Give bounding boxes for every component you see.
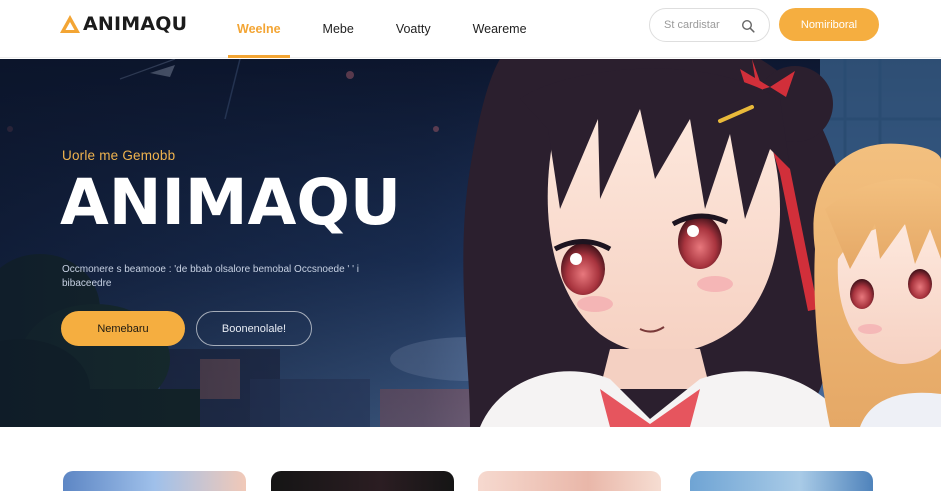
nav-item-1[interactable]: Weelne [228, 0, 290, 58]
brand-logo[interactable]: ANIMAQU [59, 10, 187, 38]
content-card-row [0, 427, 941, 491]
nav-item-2[interactable]: Mebe [314, 0, 363, 58]
hero-secondary-button[interactable]: Boonenolale! [196, 311, 312, 346]
content-card[interactable] [690, 471, 873, 491]
content-card[interactable] [63, 471, 246, 491]
signup-button[interactable]: Nomiriboral [779, 8, 879, 41]
hero-eyebrow: Uorle me Gemobb [62, 148, 176, 163]
hero-primary-button[interactable]: Nemebaru [61, 311, 185, 346]
logo-triangle-icon [60, 15, 80, 33]
nav-item-3[interactable]: Voatty [387, 0, 440, 58]
content-card[interactable] [271, 471, 454, 491]
hero-anime-illustration [0, 59, 941, 427]
search-input[interactable] [664, 19, 744, 31]
search-box[interactable] [649, 8, 770, 42]
nav-item-4[interactable]: Weareme [464, 0, 536, 58]
brand-name: ANIMAQU [83, 13, 188, 35]
content-card[interactable] [478, 471, 661, 491]
hero-title: ANIMAQU [60, 166, 402, 239]
hero-banner: Uorle me Gemobb ANIMAQU Occmonere s beam… [0, 59, 941, 427]
search-icon[interactable] [741, 19, 755, 33]
hero-description: Occmonere s beamooe : 'de bbab olsalore … [62, 264, 360, 289]
main-nav: Weelne Mebe Voatty Weareme [228, 0, 560, 58]
site-header: ANIMAQU Weelne Mebe Voatty Weareme Nomir… [0, 0, 941, 58]
